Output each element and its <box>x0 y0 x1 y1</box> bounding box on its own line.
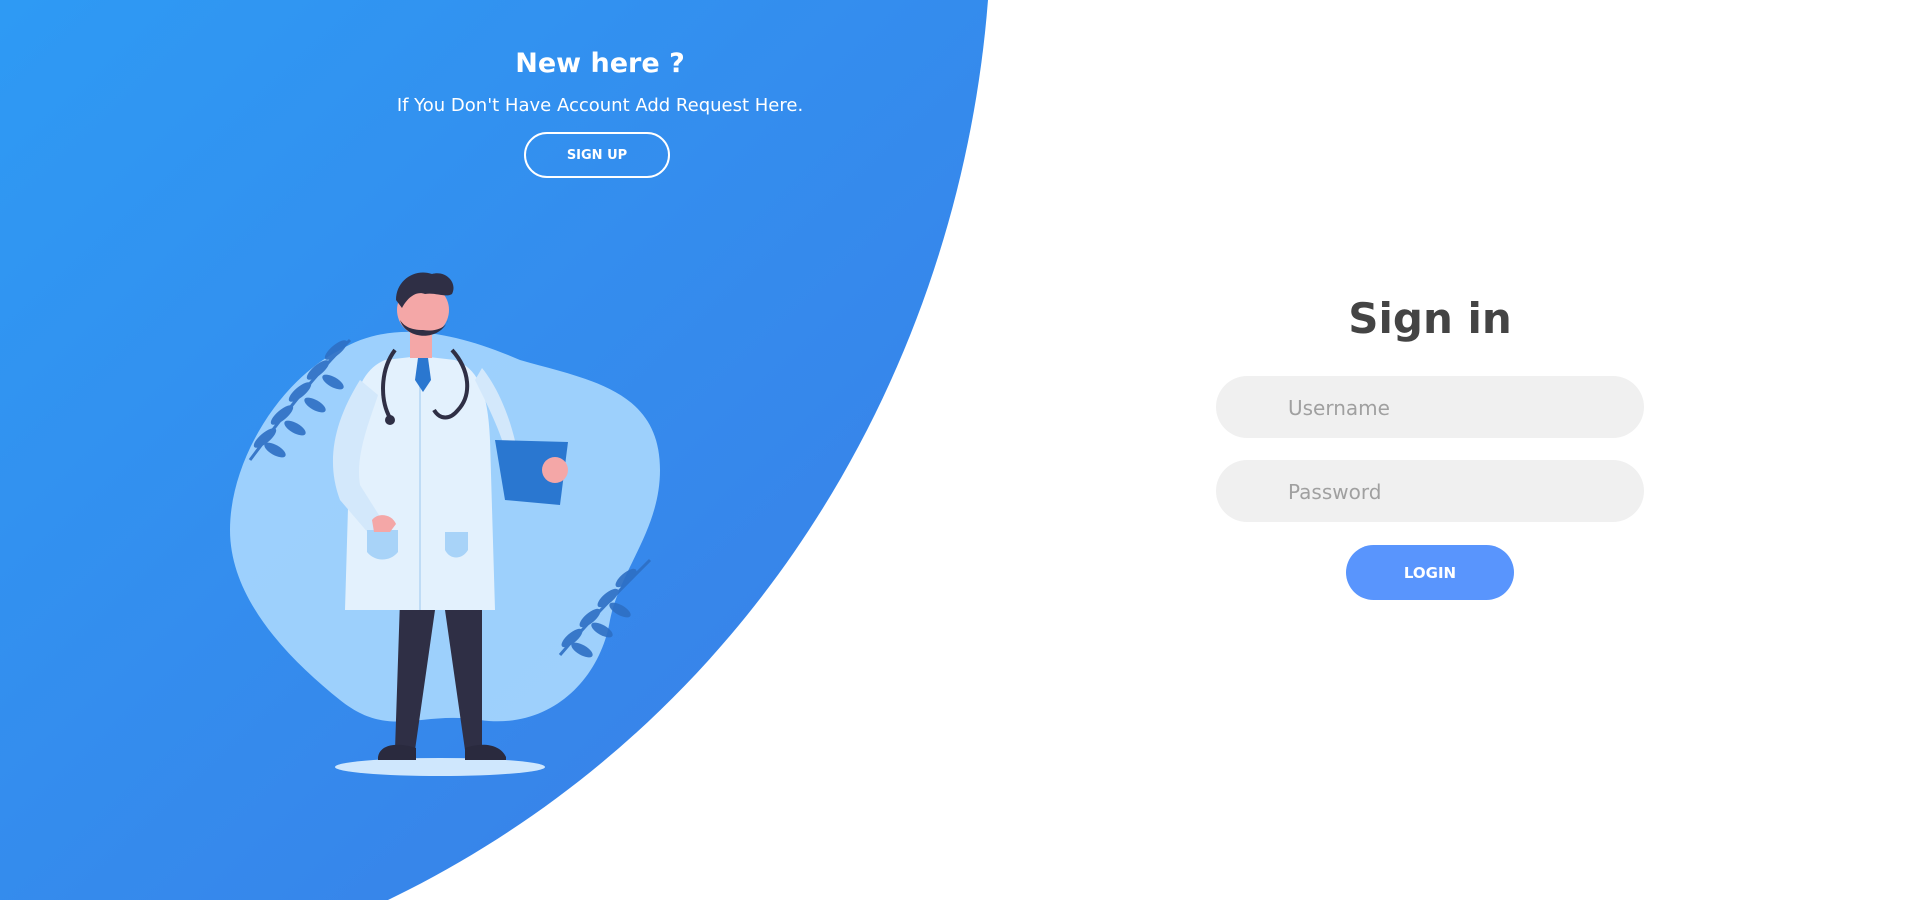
doctor-shoes <box>378 744 506 760</box>
coat-pocket-left <box>367 530 398 560</box>
doctor-illustration <box>230 272 660 776</box>
signin-panel <box>1200 0 1908 900</box>
signup-button[interactable]: SIGN UP <box>524 132 670 178</box>
password-input[interactable] <box>1286 460 1630 524</box>
login-button[interactable]: LOGIN <box>1346 545 1514 600</box>
username-field[interactable] <box>1216 376 1644 440</box>
new-here-title: New here ? <box>515 48 685 79</box>
coat-pocket-right <box>445 532 468 558</box>
login-page: New here ? If You Don't Have Account Add… <box>0 0 1908 900</box>
signin-title: Sign in <box>1348 294 1512 343</box>
username-input[interactable] <box>1286 376 1630 440</box>
password-field[interactable] <box>1216 460 1644 524</box>
new-here-text: If You Don't Have Account Add Request He… <box>396 95 804 116</box>
ground-shadow <box>335 758 545 776</box>
signup-panel: New here ? If You Don't Have Account Add… <box>0 0 1200 900</box>
doctor-right-hand <box>542 457 568 483</box>
